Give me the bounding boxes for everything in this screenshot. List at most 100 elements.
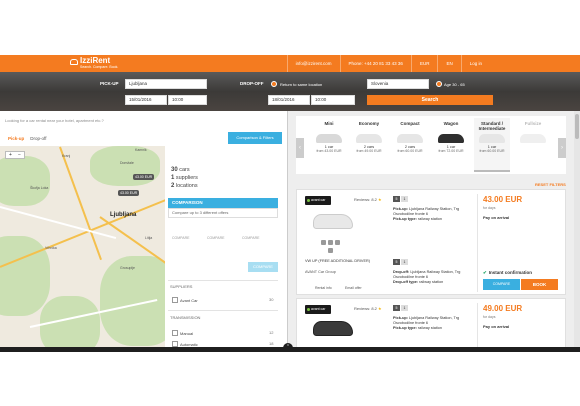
compare-slot[interactable]: COMPARE xyxy=(172,236,189,240)
return-same-radio[interactable] xyxy=(271,81,277,87)
pickup-location-input[interactable]: Ljubljana xyxy=(125,79,207,89)
car-icon xyxy=(356,134,382,143)
dropoff-time-input[interactable]: 10:00 xyxy=(311,95,355,105)
search-button[interactable]: Search xyxy=(367,95,493,105)
offer-book-button[interactable]: BOOK xyxy=(521,279,558,290)
compare-button[interactable]: COMPARE xyxy=(248,262,278,272)
transmission-filter-title[interactable]: TRANSMISSION xyxy=(170,315,200,320)
rental-info-link[interactable]: Rental info xyxy=(315,286,332,290)
map[interactable]: 43.00 EUR 43.00 EUR Ljubljana Kranj Škof… xyxy=(0,146,165,350)
language-selector[interactable]: EN xyxy=(437,55,460,72)
transmission-automatic-count: 18 xyxy=(269,341,274,346)
zoom-out-button[interactable]: − xyxy=(15,152,24,158)
offer-price: 49.00 EUR xyxy=(483,304,523,313)
offer-card: avant car Reviews: 8.2 ★ VW UP (FREE ADD… xyxy=(296,189,566,295)
map-price-pin[interactable]: 43.00 EUR xyxy=(133,174,155,180)
car-title[interactable]: VW UP (FREE ADDITIONAL DRIVER) xyxy=(305,259,370,263)
dropoff-date-input[interactable]: 18/01/2016 xyxy=(268,95,310,105)
instant-confirmation: Instant confirmation xyxy=(483,270,532,276)
logo[interactable]: IzziRent Search. Compare. Book. xyxy=(70,56,119,69)
email-offer-link[interactable]: Email offer xyxy=(345,286,362,290)
seats-pill: 5 xyxy=(393,196,400,202)
category-fullsize[interactable]: Fullsize xyxy=(515,118,551,172)
compare-slot[interactable]: COMPARE xyxy=(242,236,259,240)
map-town-label: Kranj xyxy=(62,154,71,158)
pickup-type-title: Pick-up type: xyxy=(393,217,417,221)
price-period: for days xyxy=(483,315,496,319)
dropoff-details: Drop-off: Ljubljana Railway Station, Trg… xyxy=(393,270,463,285)
pickup-title: Pick-up: xyxy=(393,316,408,320)
location-tabs: Pick-up Drop-off xyxy=(5,134,49,143)
comparison-filters-button[interactable]: Comparison & Filters xyxy=(228,132,282,144)
seats-icon xyxy=(321,240,326,245)
pickup-details: Pick-up: Ljubljana Railway Station, Trg … xyxy=(393,316,463,331)
pickup-date-input[interactable]: 15/01/2016 xyxy=(125,95,167,105)
category-compact[interactable]: Compact 2 cars from 60.00 EUR xyxy=(392,118,428,172)
pickup-type-value: railway station xyxy=(417,217,442,221)
dropoff-title: Drop-off: xyxy=(393,270,410,274)
category-wagon[interactable]: Wagon 1 car from 72.00 EUR xyxy=(433,118,469,172)
email-link[interactable]: info@izzirent.com xyxy=(286,55,340,72)
supplier-count: 30 xyxy=(269,297,274,302)
transmission-manual-checkbox[interactable]: Manual xyxy=(172,330,193,336)
reviews-text: Reviews: 8.2 xyxy=(354,306,377,311)
category-price: from 60.00 EUR xyxy=(397,149,423,153)
scrollbar-thumb[interactable] xyxy=(575,114,579,139)
currency-selector[interactable]: EUR xyxy=(410,55,438,72)
logo-tagline: Search. Compare. Book. xyxy=(80,65,119,69)
category-next-arrow[interactable]: › xyxy=(558,138,566,158)
car-icon xyxy=(520,134,546,143)
pickup-time-input[interactable]: 10:00 xyxy=(168,95,207,105)
comparison-subtitle: Compare up to 3 different offers xyxy=(168,208,278,218)
suppliers-count: 1 xyxy=(171,175,175,181)
reviews-score[interactable]: Reviews: 8.2 ★ xyxy=(354,306,382,311)
car-icon xyxy=(479,134,505,143)
compare-slot[interactable]: COMPARE xyxy=(207,236,224,240)
price-period: for days xyxy=(483,206,496,210)
category-name: Compact xyxy=(400,121,420,126)
login-link[interactable]: Log in xyxy=(460,55,490,72)
car-supplier: AVANT Car Group xyxy=(305,270,336,274)
phone-link[interactable]: Phone: +44 20 81 33 43 36 xyxy=(339,55,411,72)
star-icon: ★ xyxy=(378,197,382,202)
age-radio[interactable] xyxy=(436,81,442,87)
map-road xyxy=(0,206,117,240)
offer-compare-button[interactable]: COMPARE xyxy=(483,279,520,290)
map-zoom-control: + − xyxy=(5,151,25,159)
tab-dropoff[interactable]: Drop-off xyxy=(27,134,49,143)
supplier-checkbox[interactable]: Avant Car xyxy=(172,297,198,303)
scrollbar[interactable] xyxy=(574,111,580,350)
map-price-pin[interactable]: 43.00 EUR xyxy=(118,190,140,196)
pickup-label: PICK-UP xyxy=(100,81,119,86)
country-select[interactable]: Slovenia xyxy=(367,79,429,89)
category-prev-arrow[interactable]: ‹ xyxy=(296,138,304,158)
zoom-in-button[interactable]: + xyxy=(6,152,15,158)
reviews-score[interactable]: Reviews: 8.2 ★ xyxy=(354,197,382,202)
map-forest xyxy=(90,146,160,186)
suppliers-filter-title[interactable]: SUPPLIERS xyxy=(170,284,192,289)
pickup-title: Pick-up: xyxy=(393,207,408,211)
dropoff-label: DROP-OFF xyxy=(240,81,264,86)
tab-pickup[interactable]: Pick-up xyxy=(5,134,27,143)
ac-icon xyxy=(328,248,333,253)
bags-icon xyxy=(335,240,340,245)
reset-filters-link[interactable]: RESET FILTERS xyxy=(535,182,566,187)
category-price: from 72.00 EUR xyxy=(438,149,464,153)
category-standard[interactable]: Standard / Intermediate 1 car from 60.00… xyxy=(474,118,510,172)
seats-pill: 5 xyxy=(393,305,400,311)
offer-card: avant car Reviews: 8.2 ★ 5 1 Pick-up: Lj… xyxy=(296,298,566,348)
nearby-hint[interactable]: Looking for a car rental near your hotel… xyxy=(5,118,104,123)
chevron-up-icon[interactable]: ⌃ xyxy=(283,343,293,351)
comparison-header[interactable]: COMPARISON xyxy=(168,198,278,208)
car-image xyxy=(313,321,353,336)
category-mini[interactable]: Mini 1 car from 43.00 EUR xyxy=(311,118,347,172)
dropoff-type-value: railway station xyxy=(419,280,444,284)
logo-name: IzziRent xyxy=(80,56,111,65)
map-city-label: Ljubljana xyxy=(110,212,137,218)
category-economy[interactable]: Economy 2 cars from 49.00 EUR xyxy=(351,118,387,172)
car-icon xyxy=(438,134,464,143)
map-town-label: Litija xyxy=(145,236,153,240)
suppliers-label: suppliers xyxy=(175,175,198,181)
pickup-type-value: railway station xyxy=(417,326,442,330)
payment-type: Pay on arrival xyxy=(483,215,510,220)
